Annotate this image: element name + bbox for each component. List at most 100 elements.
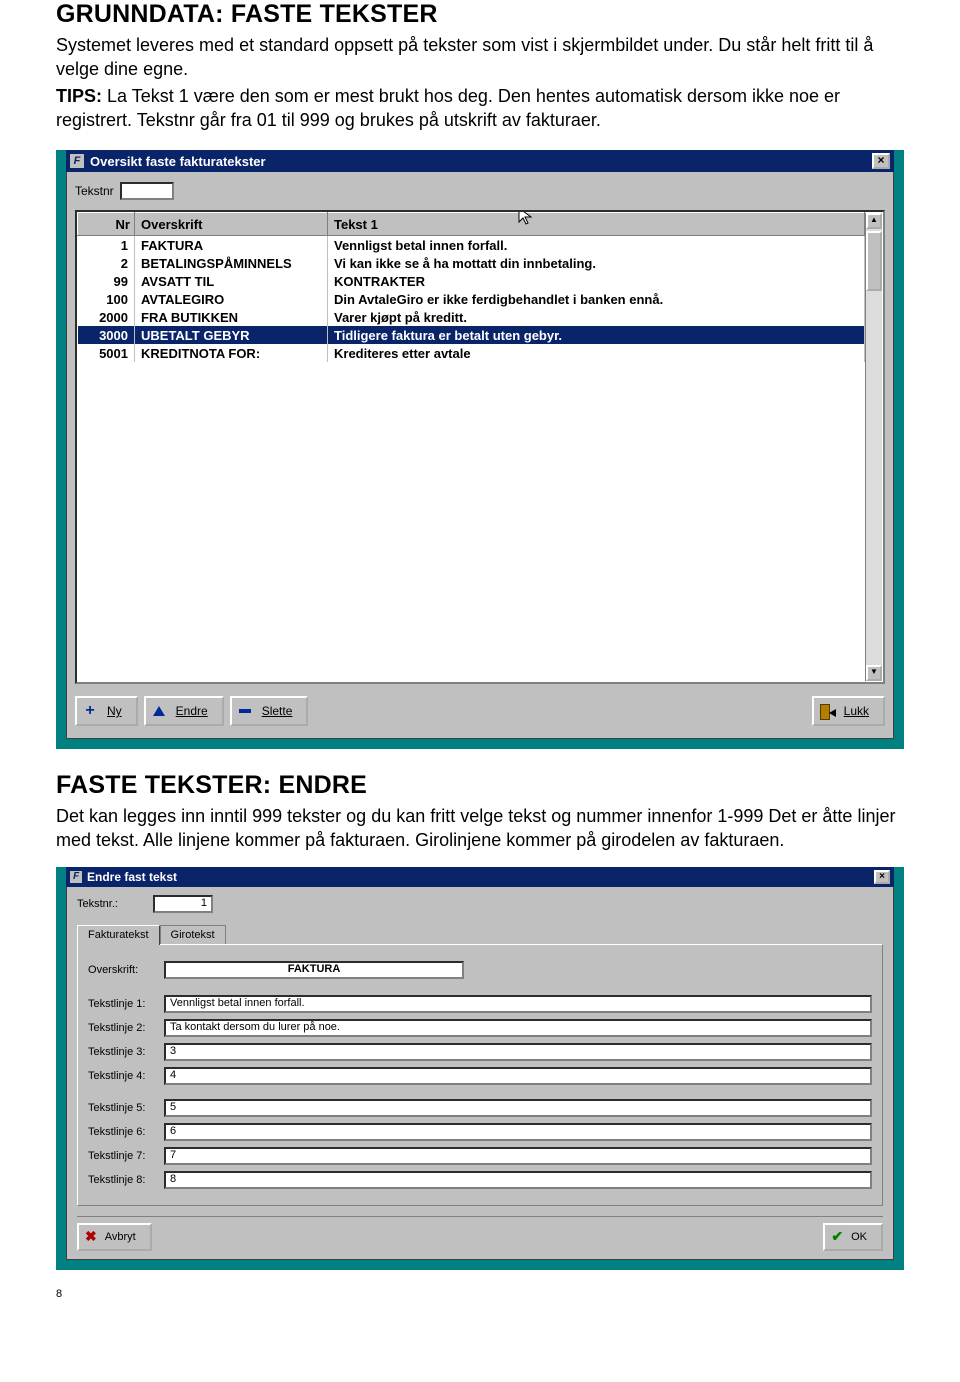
tekstlinje-input[interactable]: Vennligst betal innen forfall.: [164, 995, 872, 1013]
scroll-up-icon[interactable]: ▲: [866, 213, 882, 229]
cell-tekst1: Vi kan ikke se å ha mottatt din innbetal…: [328, 254, 865, 272]
avbryt-button[interactable]: ✖ Avbryt: [77, 1223, 152, 1251]
cell-tekst1: KONTRAKTER: [328, 272, 865, 290]
tab-strip: Fakturatekst Girotekst: [77, 925, 883, 944]
table-row[interactable]: 2000FRA BUTIKKENVarer kjøpt på kreditt.: [78, 308, 865, 326]
slette-button[interactable]: Slette: [230, 696, 309, 726]
ok-button[interactable]: ✔ OK: [823, 1223, 883, 1251]
col-overskrift[interactable]: Overskrift: [135, 213, 328, 236]
tekstlinje-label: Tekstlinje 2:: [88, 1022, 164, 1034]
cell-overskrift: KREDITNOTA FOR:: [135, 344, 328, 362]
window1-title: Oversikt faste fakturatekster: [90, 154, 872, 169]
tekstnr-label: Tekstnr: [75, 184, 114, 198]
tekstlinje-label: Tekstlinje 3:: [88, 1046, 164, 1058]
overskrift-label: Overskrift:: [88, 964, 164, 976]
section1-p1: Systemet leveres med et standard oppsett…: [56, 33, 904, 82]
page-number: 8: [56, 1288, 904, 1300]
cell-tekst1: Tidligere faktura er betalt uten gebyr.: [328, 326, 865, 344]
window1-titlebar[interactable]: F Oversikt faste fakturatekster ×: [66, 150, 894, 172]
col-nr[interactable]: Nr: [78, 213, 135, 236]
tekstlinje-input[interactable]: 4: [164, 1067, 872, 1085]
cell-tekst1: Din AvtaleGiro er ikke ferdigbehandlet i…: [328, 290, 865, 308]
tekstlinje-row: Tekstlinje 5:5: [88, 1099, 872, 1117]
window2-title: Endre fast tekst: [87, 870, 874, 884]
cell-nr: 99: [78, 272, 135, 290]
edit-window: F Endre fast tekst × Tekstnr.: 1 Faktura…: [66, 867, 894, 1260]
tab-fakturatekst[interactable]: Fakturatekst: [77, 925, 160, 945]
tekstnr2-input[interactable]: 1: [153, 895, 213, 913]
tekstlinje-label: Tekstlinje 4:: [88, 1070, 164, 1082]
cell-tekst1: Vennligst betal innen forfall.: [328, 236, 865, 255]
tekstlinje-row: Tekstlinje 7:7: [88, 1147, 872, 1165]
tekstlinje-input[interactable]: 5: [164, 1099, 872, 1117]
tekstlinje-row: Tekstlinje 1:Vennligst betal innen forfa…: [88, 995, 872, 1013]
tekstlinje-label: Tekstlinje 8:: [88, 1174, 164, 1186]
app-icon: F: [70, 154, 84, 168]
grid-header-row: Nr Overskrift Tekst 1: [78, 213, 865, 236]
tekstlinje-row: Tekstlinje 2:Ta kontakt dersom du lurer …: [88, 1019, 872, 1037]
lukk-button[interactable]: Lukk: [812, 696, 885, 726]
tekstlinje-row: Tekstlinje 6:6: [88, 1123, 872, 1141]
table-row[interactable]: 3000UBETALT GEBYRTidligere faktura er be…: [78, 326, 865, 344]
tips-text: La Tekst 1 være den som er mest brukt ho…: [56, 86, 840, 130]
cell-nr: 5001: [78, 344, 135, 362]
scroll-thumb[interactable]: [866, 231, 882, 291]
check-icon: ✔: [831, 1228, 843, 1245]
tekstlinje-input[interactable]: 7: [164, 1147, 872, 1165]
tekstlinje-row: Tekstlinje 8:8: [88, 1171, 872, 1189]
plus-icon: +: [83, 704, 97, 718]
section2-p: Det kan legges inn inntil 999 tekster og…: [56, 804, 904, 853]
overskrift-input[interactable]: FAKTURA: [164, 961, 464, 979]
cell-overskrift: FRA BUTIKKEN: [135, 308, 328, 326]
tekstlinje-row: Tekstlinje 3:3: [88, 1043, 872, 1061]
tab-girotekst[interactable]: Girotekst: [160, 925, 226, 944]
cell-tekst1: Krediteres etter avtale: [328, 344, 865, 362]
tekstlinje-label: Tekstlinje 6:: [88, 1126, 164, 1138]
tekstlinje-input[interactable]: 3: [164, 1043, 872, 1061]
cell-overskrift: UBETALT GEBYR: [135, 326, 328, 344]
cell-overskrift: BETALINGSPÅMINNELS: [135, 254, 328, 272]
table-row[interactable]: 1FAKTURAVennligst betal innen forfall.: [78, 236, 865, 255]
tekstlinje-label: Tekstlinje 7:: [88, 1150, 164, 1162]
window2-titlebar[interactable]: F Endre fast tekst ×: [66, 867, 894, 887]
tekstnr-input[interactable]: [120, 182, 174, 200]
col-tekst1[interactable]: Tekst 1: [328, 213, 865, 236]
vertical-scrollbar[interactable]: ▲ ▼: [865, 213, 882, 681]
cell-nr: 2: [78, 254, 135, 272]
overview-window: F Oversikt faste fakturatekster × Tekstn…: [66, 150, 894, 739]
endre-button[interactable]: Endre: [144, 696, 224, 726]
tips-label: TIPS:: [56, 86, 102, 106]
endre-label: Endre: [176, 704, 208, 718]
x-icon: ✖: [85, 1228, 97, 1245]
app-icon: F: [70, 871, 82, 883]
triangle-icon: [152, 706, 166, 716]
lukk-label: Lukk: [844, 704, 869, 718]
ny-button[interactable]: + Ny: [75, 696, 138, 726]
table-row[interactable]: 99AVSATT TILKONTRAKTER: [78, 272, 865, 290]
cell-nr: 2000: [78, 308, 135, 326]
table-row[interactable]: 2BETALINGSPÅMINNELSVi kan ikke se å ha m…: [78, 254, 865, 272]
text-grid[interactable]: Nr Overskrift Tekst 1 1FAKTURAVennligst …: [75, 210, 885, 684]
tab-panel: Overskrift: FAKTURA Tekstlinje 1:Vennlig…: [77, 944, 883, 1206]
table-row[interactable]: 5001KREDITNOTA FOR:Krediteres etter avta…: [78, 344, 865, 362]
door-exit-icon: [820, 704, 834, 718]
tekstlinje-input[interactable]: 8: [164, 1171, 872, 1189]
cell-overskrift: FAKTURA: [135, 236, 328, 255]
cell-nr: 100: [78, 290, 135, 308]
cell-tekst1: Varer kjøpt på kreditt.: [328, 308, 865, 326]
cell-overskrift: AVTALEGIRO: [135, 290, 328, 308]
tekstlinje-input[interactable]: 6: [164, 1123, 872, 1141]
scroll-down-icon[interactable]: ▼: [866, 665, 882, 681]
tekstlinje-input[interactable]: Ta kontakt dersom du lurer på noe.: [164, 1019, 872, 1037]
cell-overskrift: AVSATT TIL: [135, 272, 328, 290]
section2-title: FASTE TEKSTER: ENDRE: [56, 771, 904, 800]
tekstlinje-row: Tekstlinje 4:4: [88, 1067, 872, 1085]
tekstnr2-label: Tekstnr.:: [77, 898, 153, 910]
close-icon[interactable]: ×: [874, 870, 890, 884]
cell-nr: 1: [78, 236, 135, 255]
close-icon[interactable]: ×: [872, 153, 890, 169]
section1-title: GRUNNDATA: FASTE TEKSTER: [56, 0, 904, 29]
table-row[interactable]: 100AVTALEGIRODin AvtaleGiro er ikke ferd…: [78, 290, 865, 308]
section1-p2: TIPS: La Tekst 1 være den som er mest br…: [56, 84, 904, 133]
tekstlinje-label: Tekstlinje 5:: [88, 1102, 164, 1114]
